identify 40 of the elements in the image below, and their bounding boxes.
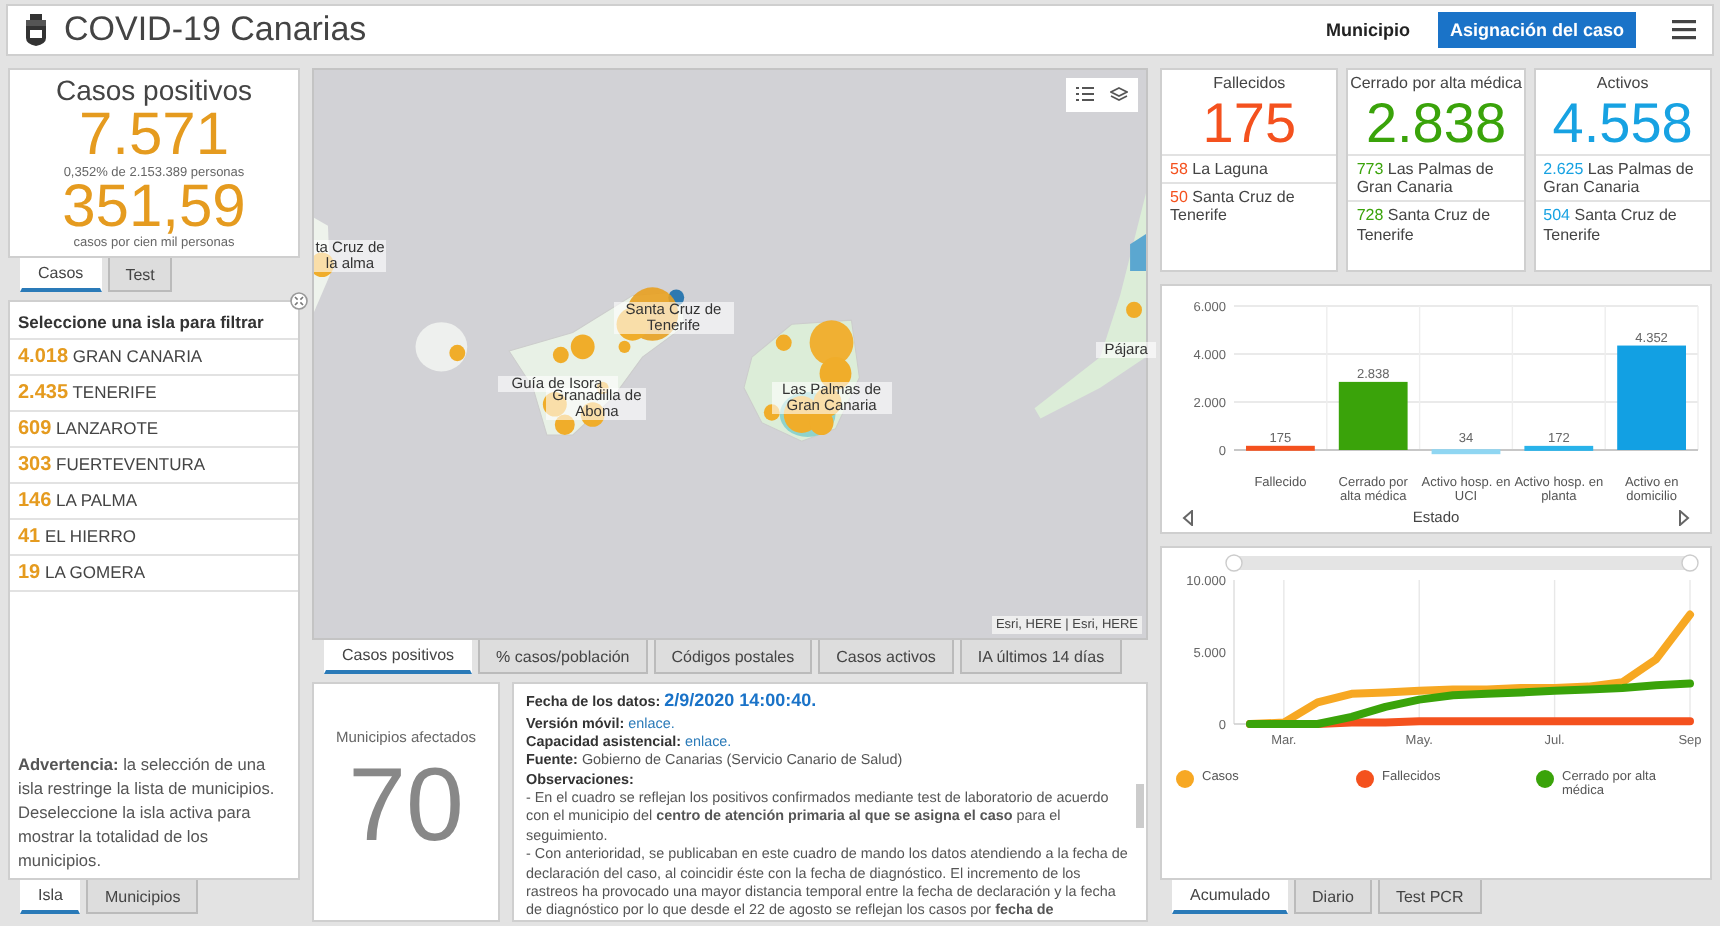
summary-value: 175	[1200, 94, 1299, 154]
island-list-item[interactable]: 609 LANZAROTE	[10, 410, 298, 446]
tab[interactable]: Casos	[20, 258, 102, 292]
island-list-item[interactable]: 303 FUERTEVENTURA	[10, 446, 298, 482]
island-list-item[interactable]: 41 EL HIERRO	[10, 518, 298, 554]
tab[interactable]: Municipios	[86, 880, 199, 914]
municipality-list-item[interactable]: 50 Santa Cruz de Tenerife	[1162, 182, 1337, 230]
municipality-list-item[interactable]: 58 La Laguna	[1162, 154, 1337, 183]
island-list-item[interactable]: 146 LA PALMA	[10, 482, 298, 518]
warning-text: Advertencia: la selección de una isla restringe la lista de municipios. Deseleccione la isla activa para mostrar la totalidad de los municipios.	[16, 751, 277, 874]
summary-value: 4.558	[1550, 94, 1695, 154]
summary-title: Fallecidos	[1211, 74, 1288, 94]
summary-title: Activos	[1594, 74, 1651, 94]
municipalities-value: 70	[346, 746, 466, 866]
view-tab[interactable]: Asignación del caso	[1437, 12, 1636, 48]
tab[interactable]: Casos positivos	[324, 640, 473, 674]
tab[interactable]: Test PCR	[1377, 880, 1482, 914]
cases-rate: 351,59	[60, 180, 248, 236]
tab[interactable]: Test	[107, 258, 173, 292]
tab[interactable]: Casos activos	[818, 640, 954, 674]
tab[interactable]: % casos/población	[478, 640, 648, 674]
tab[interactable]: Isla	[20, 880, 81, 914]
municipality-list-item[interactable]: 728 Santa Cruz de Tenerife	[1348, 200, 1524, 248]
summary-title: Cerrado por alta médica	[1348, 74, 1524, 94]
island-panel-title: Seleccione una isla para filtrar	[16, 310, 266, 336]
cases-value: 7.571	[78, 106, 230, 166]
summary-value: 2.838	[1363, 94, 1509, 154]
island-list-item[interactable]: 2.435 TENERIFE	[10, 374, 298, 410]
municipality-list-item[interactable]: 504 Santa Cruz de Tenerife	[1535, 200, 1710, 248]
tab[interactable]: Códigos postales	[653, 640, 813, 674]
island-list-item[interactable]: 19 LA GOMERA	[10, 554, 298, 590]
municipality-list-item[interactable]: 2.625 Las Palmas de Gran Canaria	[1535, 154, 1710, 201]
tab[interactable]: IA últimos 14 días	[959, 640, 1123, 674]
cases-title: Casos positivos	[53, 74, 255, 106]
tab[interactable]: Diario	[1294, 880, 1372, 914]
view-tab[interactable]: Municipio	[1313, 12, 1422, 48]
municipality-list-item[interactable]: 773 Las Palmas de Gran Canaria	[1348, 154, 1524, 201]
tab[interactable]: Acumulado	[1172, 880, 1289, 914]
app-title: COVID-19 Canarias	[64, 10, 367, 50]
island-list-item[interactable]: 4.018 GRAN CANARIA	[10, 338, 298, 374]
